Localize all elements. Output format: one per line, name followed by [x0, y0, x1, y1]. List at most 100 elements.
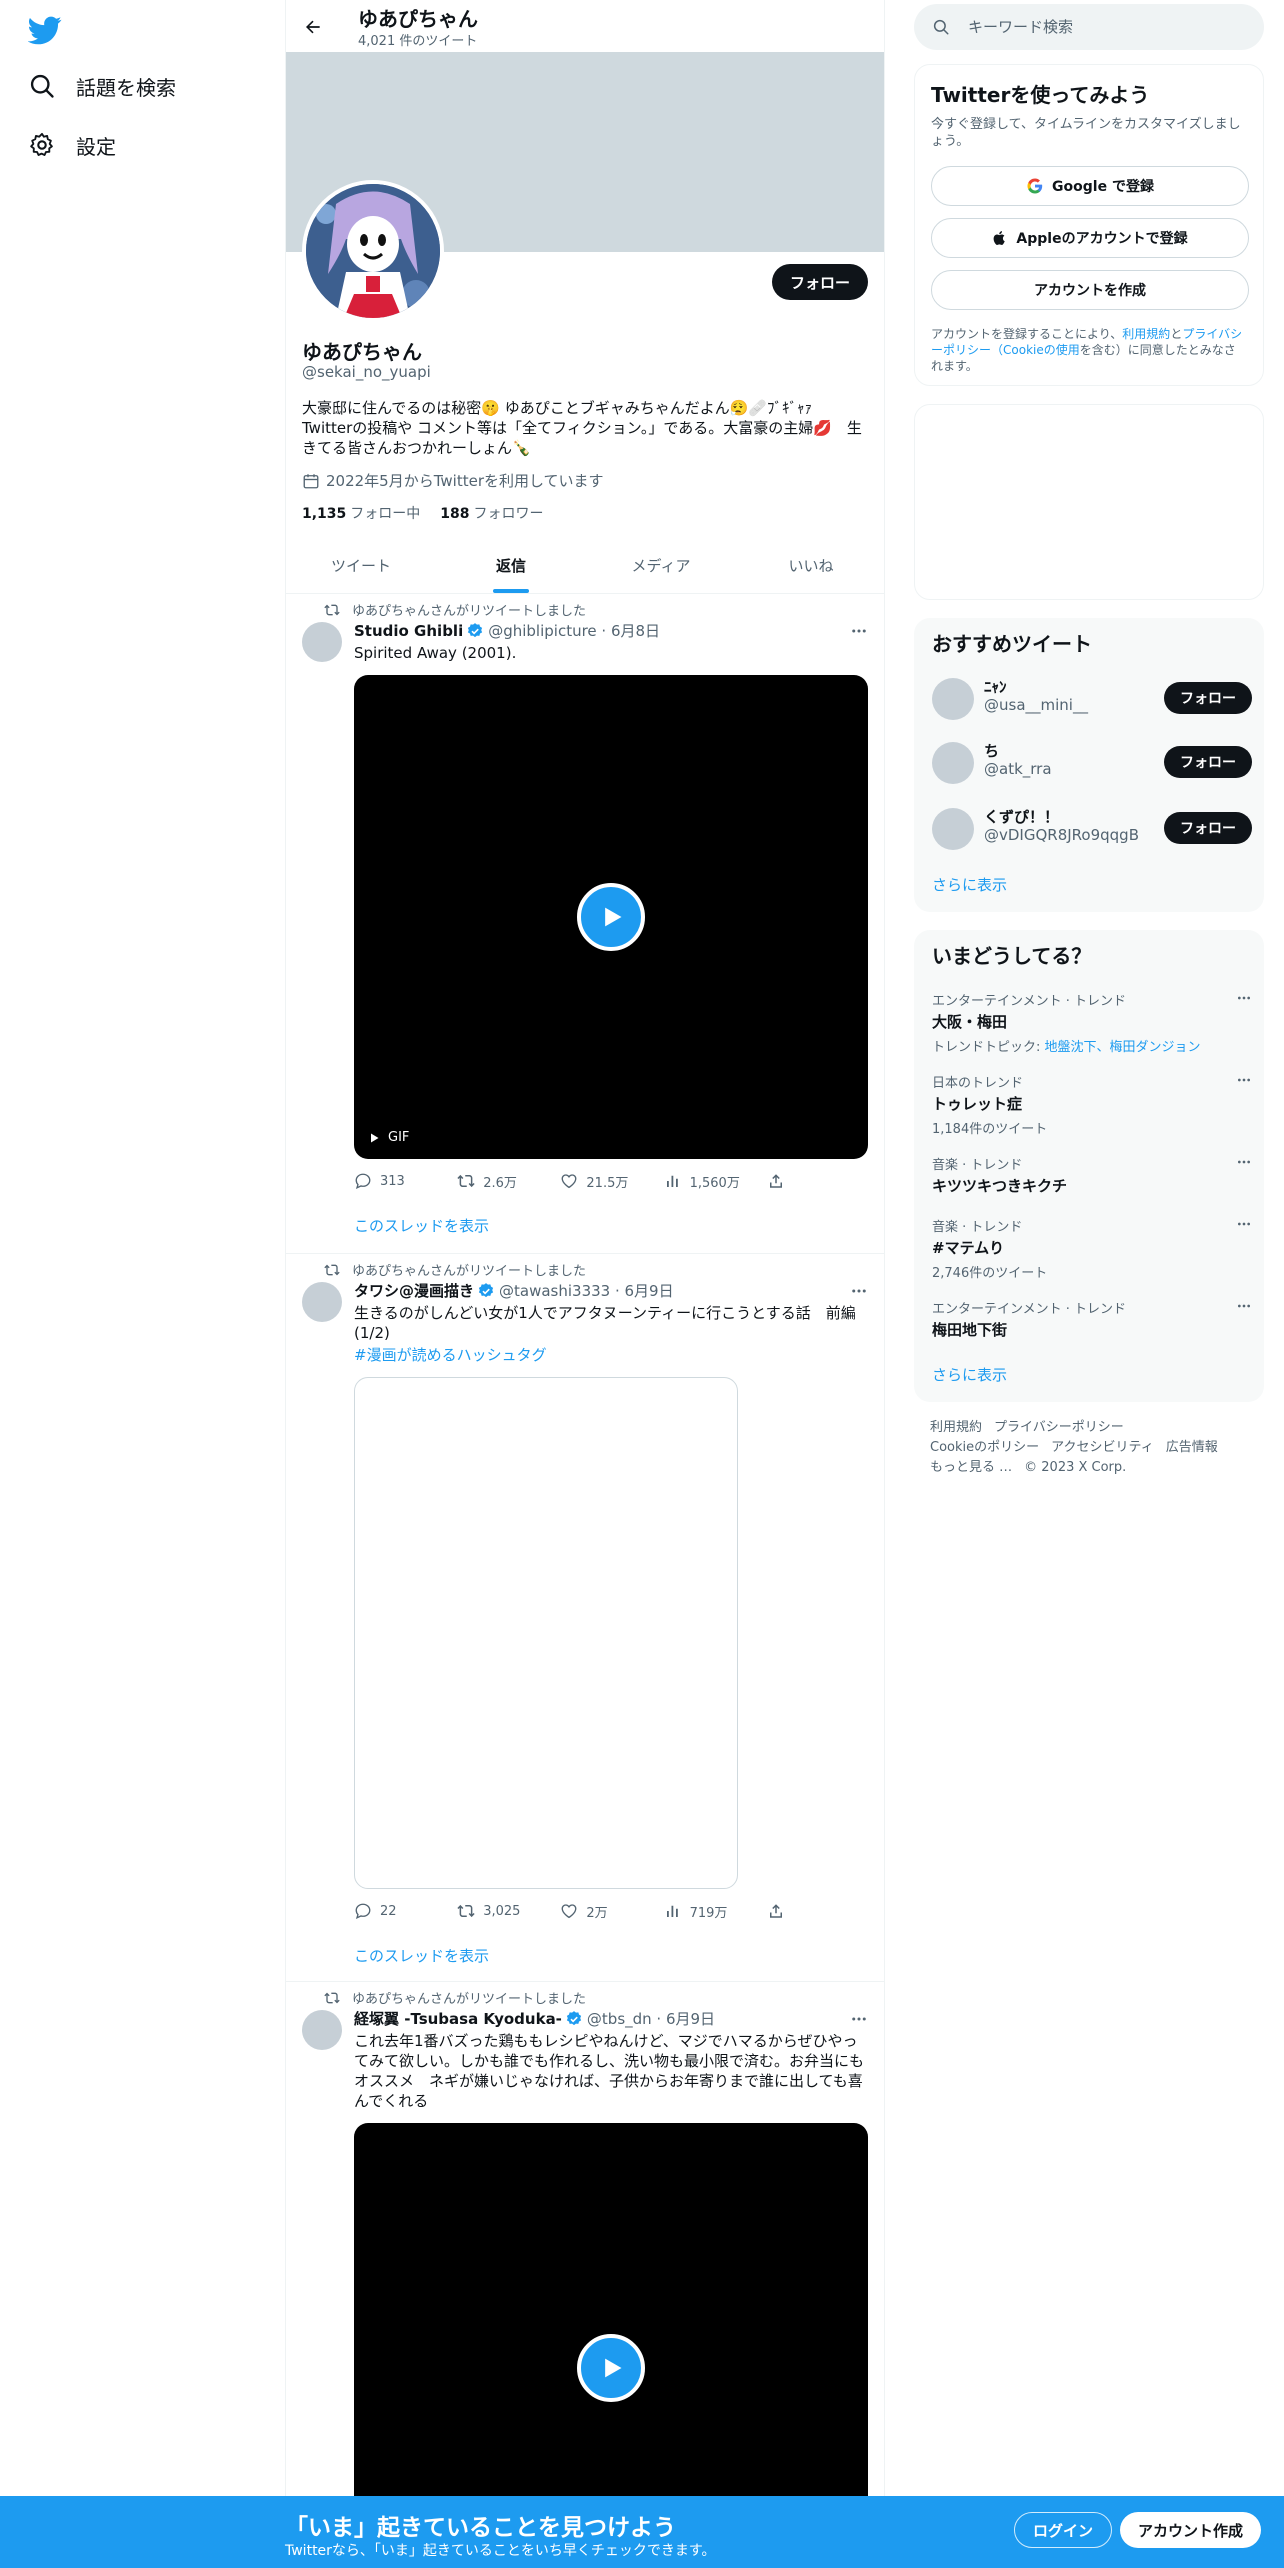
tweet-author-name[interactable]: 経塚翼 -Tsubasa Kyoduka-: [354, 2008, 562, 2029]
tweet-hashtag[interactable]: #漫画が読めるハッシュタグ: [354, 1345, 870, 1365]
joined-text: 2022年5月からTwitterを利用しています: [326, 472, 604, 490]
follow-button[interactable]: フォロー: [771, 264, 868, 300]
trend-item[interactable]: 音楽 · トレンド キツツキつきキクチ: [932, 1154, 1252, 1196]
following-link[interactable]: 1,135 フォロー中: [302, 503, 420, 523]
trend-name: #マテムり: [932, 1239, 1005, 1257]
follow-button[interactable]: フォロー: [1164, 682, 1252, 714]
avatar[interactable]: [932, 742, 974, 784]
like-button[interactable]: 21.5万: [560, 1171, 663, 1191]
terms-link[interactable]: 利用規約: [1122, 327, 1170, 341]
reply-count: 22: [380, 1903, 397, 1919]
trend-context: エンターテインメント · トレンド: [932, 994, 1127, 1009]
show-more-link[interactable]: さらに表示: [932, 874, 1007, 895]
search-box[interactable]: [914, 4, 1264, 50]
trend-item[interactable]: 音楽 · トレンド #マテムり 2,746件のツイート: [932, 1216, 1252, 1281]
tweet-author-name[interactable]: タワシ@漫画描き: [354, 1280, 474, 1301]
avatar[interactable]: [302, 622, 342, 662]
footer-terms-link[interactable]: 利用規約: [930, 1420, 982, 1435]
profile-name: ゆあぴちゃん: [302, 340, 422, 364]
recommended-user[interactable]: ち @atk_rra フォロー: [932, 736, 1252, 788]
verified-badge-icon: [478, 1282, 494, 1297]
tweet-item[interactable]: ゆあぴちゃんさんがリツイートしました Studio Ghibli @ghibli…: [286, 594, 884, 1254]
recommended-users-card: おすすめツイート ﾆｬﾝ @usa__mini__ フォロー ち @atk_rr…: [914, 618, 1264, 912]
share-button[interactable]: [767, 1171, 870, 1191]
retweet-by-text: ゆあぴちゃんさんがリツイートしました: [352, 1992, 587, 2007]
footer-accessibility-link[interactable]: アクセシビリティ: [1051, 1440, 1154, 1455]
recommended-user[interactable]: くずぴ！！ @vDIGQR8JRo9qqgB フォロー: [932, 802, 1252, 854]
trend-item[interactable]: 日本のトレンド トゥレット症 1,184件のツイート: [932, 1072, 1252, 1137]
apple-signup-button[interactable]: Appleのアカウントで登録: [931, 218, 1249, 258]
header-name: ゆあぴちゃん: [358, 7, 478, 31]
show-thread-link[interactable]: このスレッドを表示: [354, 1945, 870, 1966]
follow-button[interactable]: フォロー: [1164, 812, 1252, 844]
avatar[interactable]: [302, 2010, 342, 2050]
trend-more-button[interactable]: [1236, 1154, 1252, 1174]
tab-likes[interactable]: いいね: [736, 538, 884, 593]
nav-settings[interactable]: 設定: [28, 125, 116, 165]
create-account-label: アカウントを作成: [1034, 283, 1146, 299]
profile-handle: @sekai_no_yuapi: [302, 363, 431, 381]
retweet-button[interactable]: 3,025: [457, 1901, 560, 1921]
more-options-button[interactable]: [848, 620, 870, 642]
like-button[interactable]: 2万: [560, 1901, 663, 1921]
calendar-icon: [303, 473, 319, 488]
back-button[interactable]: [296, 10, 330, 44]
footer-more-link[interactable]: もっと見る …: [930, 1460, 1012, 1475]
google-signup-button[interactable]: Google で登録: [931, 166, 1249, 206]
signup-button[interactable]: アカウント作成: [1120, 2512, 1262, 2548]
more-options-button[interactable]: [848, 1280, 870, 1302]
play-button[interactable]: [577, 2334, 645, 2402]
google-icon: [1027, 178, 1043, 194]
reply-button[interactable]: 22: [354, 1901, 457, 1921]
tweet-author-handle: @ghiblipicture · 6月8日: [488, 622, 661, 640]
trend-more-button[interactable]: [1236, 1216, 1252, 1236]
retweet-count: 3,025: [483, 1903, 521, 1919]
trend-more-button[interactable]: [1236, 990, 1252, 1010]
show-thread-link[interactable]: このスレッドを表示: [354, 1215, 870, 1236]
views-button[interactable]: 719万: [664, 1901, 767, 1921]
login-button[interactable]: ログイン: [1014, 2512, 1113, 2548]
recommended-user[interactable]: ﾆｬﾝ @usa__mini__ フォロー: [932, 672, 1252, 724]
tweet-item[interactable]: ゆあぴちゃんさんがリツイートしました タワシ@漫画描き @tawashi3333…: [286, 1254, 884, 1982]
trend-topic-links[interactable]: 地盤沈下、梅田ダンジョン: [1045, 1040, 1201, 1055]
trend-meta-prefix: トレンドトピック:: [932, 1040, 1045, 1055]
tweet-image[interactable]: [354, 1377, 738, 1889]
avatar[interactable]: [932, 678, 974, 720]
tab-media[interactable]: メディア: [586, 538, 736, 593]
trend-item[interactable]: エンターテインメント · トレンド 大阪・梅田 トレンドトピック: 地盤沈下、梅…: [932, 990, 1252, 1055]
trend-item[interactable]: エンターテインメント · トレンド 梅田地下街: [932, 1298, 1252, 1340]
play-button[interactable]: [577, 883, 645, 951]
footer-privacy-link[interactable]: プライバシーポリシー: [994, 1420, 1124, 1435]
followers-count: 188: [440, 506, 470, 522]
verified-badge-icon: [566, 2010, 582, 2025]
following-count: 1,135: [302, 506, 347, 522]
terms-and: と: [1170, 327, 1183, 341]
more-options-button[interactable]: [848, 2008, 870, 2030]
reply-button[interactable]: 313: [354, 1171, 457, 1191]
tab-replies[interactable]: 返信: [436, 538, 586, 593]
tweet-item[interactable]: ゆあぴちゃんさんがリツイートしました 経塚翼 -Tsubasa Kyoduka-…: [286, 1982, 884, 2568]
retweet-button[interactable]: 2.6万: [457, 1171, 560, 1191]
tweet-text: これ去年1番バズった鶏ももレシピやねんけど、マジでハマるからぜひやってみて欲しい…: [354, 2032, 865, 2110]
nav-explore[interactable]: 話題を検索: [28, 66, 176, 106]
profile-avatar[interactable]: [302, 180, 444, 322]
follow-button[interactable]: フォロー: [1164, 746, 1252, 778]
avatar[interactable]: [932, 808, 974, 850]
twitter-bird-icon[interactable]: [27, 12, 62, 46]
trend-more-button[interactable]: [1236, 1072, 1252, 1092]
tweet-author-name[interactable]: Studio Ghibli: [354, 622, 463, 640]
tweet-video[interactable]: GIF: [354, 675, 868, 1159]
share-button[interactable]: [767, 1901, 870, 1921]
bottom-bar-subtitle: Twitterなら、「いま」起きていることをいち早くチェックできます。: [285, 2543, 716, 2559]
create-account-button[interactable]: アカウントを作成: [931, 270, 1249, 310]
tab-tweets[interactable]: ツイート: [286, 538, 436, 593]
avatar[interactable]: [302, 1282, 342, 1322]
views-button[interactable]: 1,560万: [664, 1171, 767, 1191]
footer-cookie-link[interactable]: Cookieのポリシー: [930, 1440, 1039, 1455]
trend-more-button[interactable]: [1236, 1298, 1252, 1318]
followers-link[interactable]: 188 フォロワー: [440, 503, 543, 523]
search-input[interactable]: [968, 18, 1248, 36]
arrow-left-icon: [306, 20, 320, 34]
footer-ads-link[interactable]: 広告情報: [1166, 1440, 1218, 1455]
show-more-link[interactable]: さらに表示: [932, 1364, 1007, 1385]
